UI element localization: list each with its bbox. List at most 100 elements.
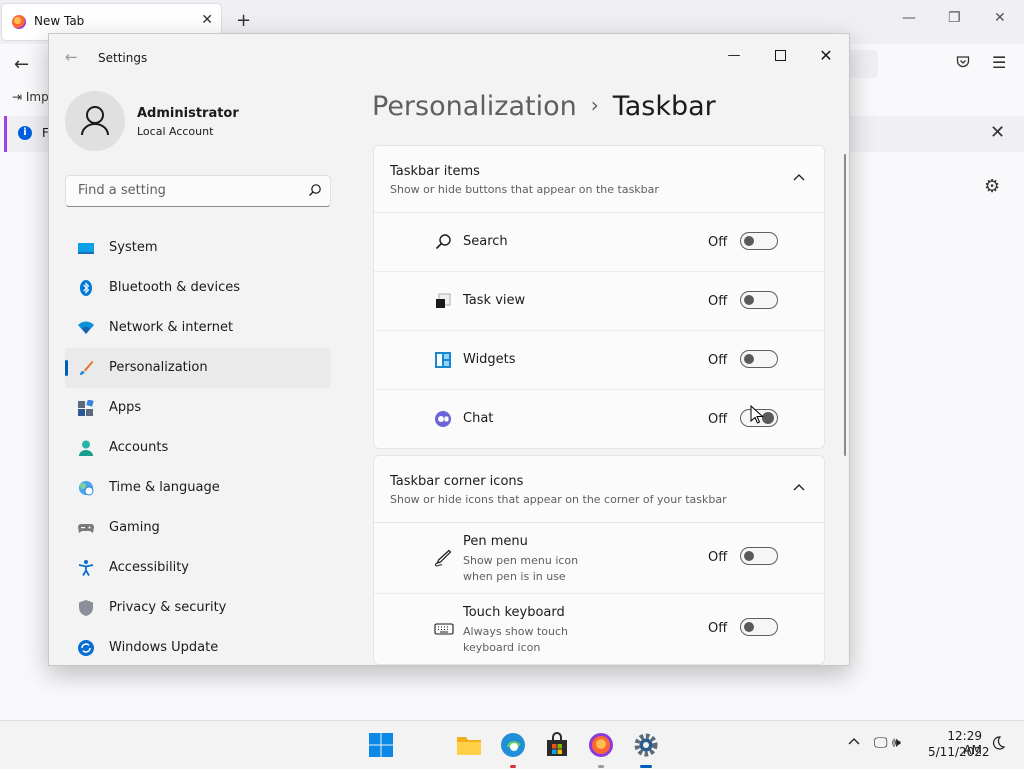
maximize-button[interactable] — [757, 40, 803, 72]
setting-description: Show pen menu icon when pen is in use — [463, 554, 579, 583]
pocket-icon[interactable] — [956, 55, 970, 73]
setting-row-search: Search Off — [374, 213, 824, 272]
browser-restore-icon[interactable]: ❐ — [948, 10, 961, 26]
back-arrow-icon[interactable]: ← — [65, 48, 78, 66]
keyboard-icon — [434, 623, 454, 635]
chat-icon — [435, 411, 451, 427]
search-icon — [435, 234, 451, 250]
nav-label: Time & language — [109, 480, 220, 495]
breadcrumb-separator: › — [590, 93, 599, 117]
card-description: Show or hide icons that appear on the co… — [390, 493, 727, 506]
setting-description: Always show touch keyboard icon — [463, 625, 569, 654]
taskbar-settings[interactable] — [632, 731, 660, 768]
toggle-state: Off — [708, 550, 728, 565]
profile-name: Administrator — [137, 106, 239, 121]
search-toggle[interactable] — [740, 232, 778, 250]
pen-icon — [435, 549, 452, 567]
clock-date[interactable]: 5/11/2022 — [928, 745, 990, 759]
import-bookmarks-link[interactable]: ⇥ Imp — [12, 90, 49, 104]
toggle-knob — [744, 354, 754, 364]
hamburger-menu-icon[interactable]: ☰ — [992, 53, 1006, 72]
search-box[interactable] — [65, 175, 331, 207]
nav-item-privacy[interactable]: Privacy & security — [65, 588, 331, 628]
page-title: Taskbar — [612, 91, 716, 122]
setting-row-widgets: Widgets Off — [374, 331, 824, 390]
taskbar-file-explorer[interactable] — [455, 731, 483, 759]
breadcrumb-parent[interactable]: Personalization — [372, 91, 577, 122]
monitor-icon — [78, 243, 94, 254]
user-icon — [81, 106, 109, 136]
settings-window: ← Settings — ✕ Administrator Local Accou… — [48, 33, 850, 666]
edge-icon — [501, 733, 525, 757]
nav-item-network[interactable]: Network & internet — [65, 308, 331, 348]
nav-item-time-language[interactable]: Time & language — [65, 468, 331, 508]
toggle-knob — [744, 295, 754, 305]
toggle-state: Off — [708, 294, 728, 309]
tray-icons[interactable]: 🖵 🕪 — [874, 735, 901, 751]
store-icon — [547, 732, 567, 756]
search-input[interactable] — [76, 182, 300, 199]
notification-close-icon[interactable]: ✕ — [990, 122, 1005, 143]
content-scrollbar[interactable] — [844, 154, 846, 456]
taskbar-items-card: Taskbar items Show or hide buttons that … — [373, 145, 825, 449]
windows-taskbar — [0, 720, 1024, 769]
card-title: Taskbar corner icons — [390, 474, 524, 489]
setting-label: Task view — [463, 293, 526, 308]
tray-chevron-up-icon[interactable] — [847, 734, 861, 748]
firefox-favicon-icon — [12, 15, 26, 29]
update-icon — [78, 640, 94, 656]
new-tab-icon[interactable]: + — [236, 10, 251, 31]
toggle-knob — [744, 236, 754, 246]
nav-item-personalization[interactable]: Personalization — [65, 348, 331, 388]
close-tab-icon[interactable]: ✕ — [201, 12, 213, 28]
taskbar-edge[interactable] — [499, 731, 527, 768]
taskbar-store[interactable] — [543, 731, 571, 759]
corner-icons-header[interactable]: Taskbar corner icons Show or hide icons … — [374, 456, 824, 523]
bluetooth-icon — [80, 280, 92, 296]
volume-icon: 🕪 — [891, 735, 901, 751]
globe-clock-icon — [79, 481, 94, 496]
browser-minimize-icon[interactable]: — — [902, 10, 916, 26]
chevron-up-icon[interactable] — [792, 482, 806, 492]
nav-item-apps[interactable]: Apps — [65, 388, 331, 428]
setting-label: Touch keyboard — [463, 605, 565, 620]
setting-row-touch-keyboard: Touch keyboard Always show touch keyboar… — [374, 594, 824, 664]
setting-row-task-view: Task view Off — [374, 272, 824, 331]
nav-label: Windows Update — [109, 640, 219, 655]
taskbar-items-header[interactable]: Taskbar items Show or hide buttons that … — [374, 146, 824, 213]
focus-assist-moon-icon[interactable] — [990, 735, 1006, 751]
nav-item-bluetooth[interactable]: Bluetooth & devices — [65, 268, 331, 308]
nav-item-accessibility[interactable]: Accessibility — [65, 548, 331, 588]
settings-titlebar: ← Settings — ✕ — [49, 34, 849, 80]
gamepad-icon — [78, 524, 94, 533]
task-view-icon — [436, 293, 451, 308]
pen-menu-toggle[interactable] — [740, 547, 778, 565]
nav-label: Bluetooth & devices — [109, 280, 240, 295]
nav-item-gaming[interactable]: Gaming — [65, 508, 331, 548]
newtab-settings-gear-icon[interactable]: ⚙ — [984, 176, 1000, 197]
task-view-toggle[interactable] — [740, 291, 778, 309]
widgets-toggle[interactable] — [740, 350, 778, 368]
nav-label: Apps — [109, 400, 142, 415]
browser-close-icon[interactable]: ✕ — [994, 10, 1006, 26]
settings-gear-icon — [634, 733, 658, 757]
nav-label: Accessibility — [109, 560, 189, 575]
import-bookmarks-label: Imp — [25, 90, 49, 104]
start-button[interactable] — [367, 731, 395, 759]
nav-label: Personalization — [109, 360, 208, 375]
minimize-button[interactable]: — — [711, 40, 757, 72]
folder-icon — [457, 737, 481, 755]
nav-item-windows-update[interactable]: Windows Update — [65, 628, 331, 665]
nav-label: Gaming — [109, 520, 160, 535]
taskbar-firefox[interactable] — [587, 731, 615, 768]
chevron-up-icon[interactable] — [792, 172, 806, 182]
nav-item-accounts[interactable]: Accounts — [65, 428, 331, 468]
touch-keyboard-toggle[interactable] — [740, 618, 778, 636]
nav-item-system[interactable]: System — [65, 228, 331, 268]
nav-label: Accounts — [109, 440, 169, 455]
corner-icons-card: Taskbar corner icons Show or hide icons … — [373, 455, 825, 665]
card-title: Taskbar items — [390, 164, 480, 179]
close-button[interactable]: ✕ — [803, 40, 849, 72]
browser-back-icon[interactable]: ← — [14, 54, 29, 75]
avatar[interactable] — [65, 91, 125, 151]
